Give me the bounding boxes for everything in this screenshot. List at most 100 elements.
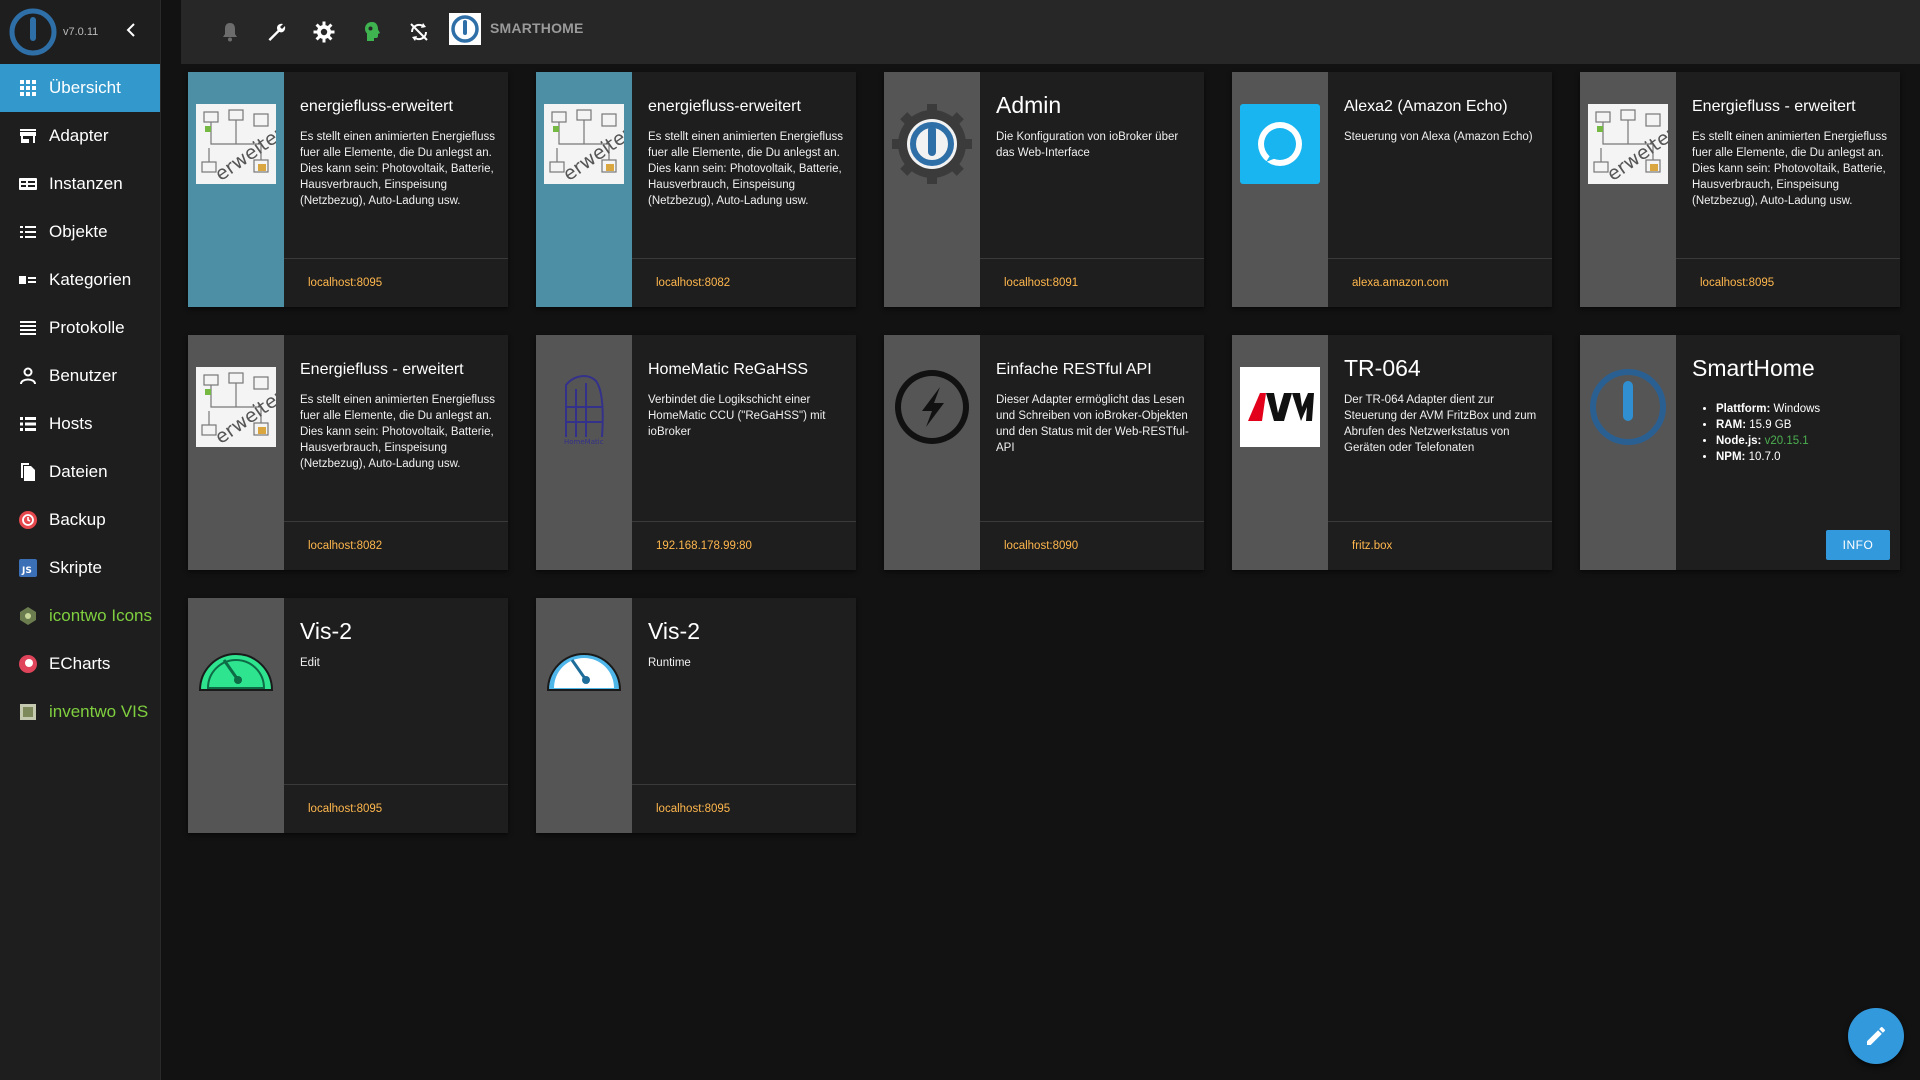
info-value: v20.15.1 bbox=[1764, 435, 1809, 447]
sidebar-item-label: Kategorien bbox=[49, 270, 132, 289]
card-side bbox=[536, 598, 632, 833]
hosts-icon bbox=[20, 417, 36, 431]
card-title: SmartHome bbox=[1692, 355, 1815, 381]
card-footer: 192.168.178.99:80 bbox=[632, 521, 856, 570]
categories-icon bbox=[19, 276, 36, 284]
card-link[interactable]: localhost:8090 bbox=[1004, 540, 1078, 552]
info-label: Node.js: bbox=[1716, 435, 1762, 447]
smarthome-logo-icon bbox=[449, 13, 481, 45]
card-side: erweitert bbox=[536, 72, 632, 307]
card-energiefluss-erweitert-8095b[interactable]: erweitert Energiefluss - erweitert Es st… bbox=[1580, 72, 1900, 307]
energiefluss-icon: erweitert bbox=[1588, 104, 1668, 184]
instances-icon bbox=[19, 178, 37, 190]
sidebar-item-label: Objekte bbox=[49, 222, 108, 241]
logs-icon bbox=[20, 321, 36, 335]
card-title: Alexa2 (Amazon Echo) bbox=[1344, 98, 1508, 115]
card-link[interactable]: alexa.amazon.com bbox=[1352, 277, 1449, 289]
card-body: Alexa2 (Amazon Echo) Steuerung von Alexa… bbox=[1328, 72, 1552, 307]
sidebar-item-label: Hosts bbox=[49, 414, 93, 433]
card-link[interactable]: localhost:8095 bbox=[308, 803, 382, 815]
card-vis2-runtime[interactable]: Vis-2 Runtime localhost:8095 bbox=[536, 598, 856, 833]
info-button[interactable]: INFO bbox=[1826, 530, 1890, 560]
card-link[interactable]: localhost:8082 bbox=[308, 540, 382, 552]
card-vis2-edit[interactable]: Vis-2 Edit localhost:8095 bbox=[188, 598, 508, 833]
sidebar-item-backup[interactable]: Backup bbox=[0, 496, 160, 544]
javascript-icon: JS bbox=[19, 559, 37, 577]
wrench-icon[interactable] bbox=[265, 20, 289, 44]
sidebar-header: v7.0.11 bbox=[0, 0, 160, 64]
card-link[interactable]: localhost:8095 bbox=[1700, 277, 1774, 289]
host-info-ram: RAM: 15.9 GB bbox=[1716, 417, 1820, 433]
card-title: energiefluss-erweitert bbox=[648, 98, 801, 115]
sidebar-item-kategorien[interactable]: Kategorien bbox=[0, 256, 160, 304]
card-alexa2[interactable]: Alexa2 (Amazon Echo) Steuerung von Alexa… bbox=[1232, 72, 1552, 307]
card-tr-064[interactable]: TR-064 Der TR-064 Adapter dient zur Steu… bbox=[1232, 335, 1552, 570]
host-info-npm: NPM: 10.7.0 bbox=[1716, 449, 1820, 465]
card-description: Steuerung von Alexa (Amazon Echo) bbox=[1344, 131, 1533, 143]
card-title: Admin bbox=[996, 92, 1062, 118]
card-energiefluss-erweitert-8082[interactable]: erweitert energiefluss-erweitert Es stel… bbox=[536, 72, 856, 307]
sidebar-item-protokolle[interactable]: Protokolle bbox=[0, 304, 160, 352]
expert-mode-icon[interactable] bbox=[360, 20, 384, 44]
host-info-platform: Plattform: Windows bbox=[1716, 401, 1820, 417]
sidebar-item-hosts[interactable]: Hosts bbox=[0, 400, 160, 448]
card-host-smarthome[interactable]: SmartHome Plattform: Windows RAM: 15.9 G… bbox=[1580, 335, 1900, 570]
bell-icon[interactable] bbox=[218, 20, 242, 44]
card-title: Vis-2 bbox=[300, 618, 352, 644]
sidebar-item-objekte[interactable]: Objekte bbox=[0, 208, 160, 256]
inventwo-icon bbox=[20, 704, 36, 720]
user-icon bbox=[20, 367, 36, 385]
host-info-list: Plattform: Windows RAM: 15.9 GB Node.js:… bbox=[1716, 401, 1820, 465]
card-body: TR-064 Der TR-064 Adapter dient zur Steu… bbox=[1328, 335, 1552, 570]
sidebar-item-inventwo-vis[interactable]: inventwo VIS bbox=[0, 688, 160, 736]
rest-api-icon bbox=[895, 370, 969, 444]
card-link[interactable]: 192.168.178.99:80 bbox=[656, 540, 752, 552]
card-footer: localhost:8095 bbox=[284, 784, 508, 833]
sidebar-item-skripte[interactable]: JS Skripte bbox=[0, 544, 160, 592]
host-info-node: Node.js: v20.15.1 bbox=[1716, 433, 1820, 449]
sidebar-item-icontwo-icons[interactable]: icontwo Icons bbox=[0, 592, 160, 640]
sidebar-item-dateien[interactable]: Dateien bbox=[0, 448, 160, 496]
card-link[interactable]: localhost:8095 bbox=[656, 803, 730, 815]
card-homematic-regahss[interactable]: HomeMatic HomeMatic ReGaHSS Verbindet di… bbox=[536, 335, 856, 570]
card-body: Admin Die Konfiguration von ioBroker übe… bbox=[980, 72, 1204, 307]
sidebar-item-label: ECharts bbox=[49, 654, 111, 673]
app-version: v7.0.11 bbox=[63, 26, 99, 38]
sidebar-item-benutzer[interactable]: Benutzer bbox=[0, 352, 160, 400]
card-footer: localhost:8095 bbox=[1676, 258, 1900, 307]
alexa-icon bbox=[1240, 104, 1320, 184]
card-footer: localhost:8095 bbox=[632, 784, 856, 833]
card-restful-api[interactable]: Einfache RESTful API Dieser Adapter ermö… bbox=[884, 335, 1204, 570]
card-energiefluss-erweitert-8095[interactable]: erweitert energiefluss-erweitert Es stel… bbox=[188, 72, 508, 307]
energiefluss-icon: erweitert bbox=[196, 104, 276, 184]
icontwo-icon bbox=[20, 607, 36, 625]
card-side: erweitert bbox=[1580, 72, 1676, 307]
svg-text:HomeMatic: HomeMatic bbox=[564, 438, 604, 446]
card-body: energiefluss-erweitert Es stellt einen a… bbox=[284, 72, 508, 307]
card-side bbox=[884, 335, 980, 570]
sidebar-item-label: Adapter bbox=[49, 126, 109, 145]
refresh-icon[interactable] bbox=[407, 20, 431, 44]
sidebar-item-uebersicht[interactable]: Übersicht bbox=[0, 64, 160, 112]
card-link[interactable]: localhost:8095 bbox=[308, 277, 382, 289]
edit-fab-button[interactable] bbox=[1848, 1008, 1904, 1064]
sidebar-item-label: Protokolle bbox=[49, 318, 125, 337]
card-footer: localhost:8095 bbox=[284, 258, 508, 307]
sidebar-item-instanzen[interactable]: Instanzen bbox=[0, 160, 160, 208]
sidebar-item-echarts[interactable]: ECharts bbox=[0, 640, 160, 688]
card-footer: localhost:8091 bbox=[980, 258, 1204, 307]
iobroker-logo-icon[interactable] bbox=[8, 7, 58, 57]
card-link[interactable]: fritz.box bbox=[1352, 540, 1392, 552]
card-energiefluss-erweitert-8082b[interactable]: erweitert Energiefluss - erweitert Es st… bbox=[188, 335, 508, 570]
sidebar-item-label: Instanzen bbox=[49, 174, 123, 193]
chevron-left-icon[interactable] bbox=[122, 19, 140, 41]
info-label: NPM: bbox=[1716, 451, 1746, 463]
card-body: Einfache RESTful API Dieser Adapter ermö… bbox=[980, 335, 1204, 570]
info-value: Windows bbox=[1773, 403, 1821, 415]
gear-icon[interactable] bbox=[312, 20, 336, 44]
card-body: Energiefluss - erweitert Es stellt einen… bbox=[1676, 72, 1900, 307]
card-link[interactable]: localhost:8091 bbox=[1004, 277, 1078, 289]
card-admin[interactable]: Admin Die Konfiguration von ioBroker übe… bbox=[884, 72, 1204, 307]
card-link[interactable]: localhost:8082 bbox=[656, 277, 730, 289]
sidebar-item-adapter[interactable]: Adapter bbox=[0, 112, 160, 160]
